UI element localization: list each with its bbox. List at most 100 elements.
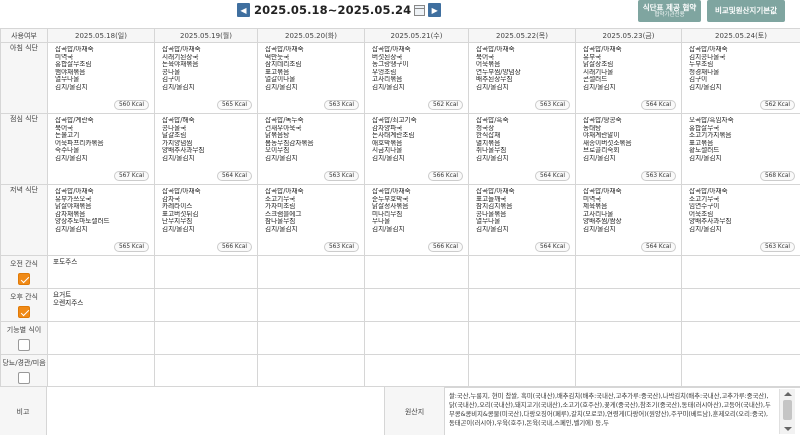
scroll-up-icon[interactable] xyxy=(784,392,792,396)
snack-label-cell: 기능별 식이 xyxy=(0,321,48,355)
snack-cell[interactable] xyxy=(681,354,800,388)
snack-cell[interactable] xyxy=(681,255,800,289)
meal-cell[interactable]: 잡곡밥/흑죽 청국장 한식잡채 멸치볶음 취나물무침 김치/물김치 564 Kcal xyxy=(468,113,576,185)
snack-cell[interactable] xyxy=(575,288,682,322)
meal-row: 아침 식단 잡곡밥/아채죽 미역국 홍합살무조림 햄야채볶음 열무나물 김치/물김치 560 … xyxy=(0,42,800,114)
menu-items: 잡곡밥/아채죽 버섯된장국 동그랑땡구이 우엉조림 고사리볶음 김치/물김치 xyxy=(372,46,468,92)
meal-cell[interactable]: 잡곡밥/아채죽 유부가쓰오국 닭살야채볶음 감자채볶음 양상추토마토샐러드 김치/물김치 5… xyxy=(47,184,155,256)
meal-cell[interactable]: 잡곡밥/아채죽 소고기무국 임연수구이 어묵조림 양배추사과무침 김치/물김치 563 Kc… xyxy=(681,184,800,256)
snack-cell[interactable] xyxy=(364,288,469,322)
next-week-button[interactable]: ▶ xyxy=(428,3,442,17)
snack-cell[interactable] xyxy=(154,288,258,322)
menu-items: 잡곡밥/흑죽 청국장 한식잡채 멸치볶음 취나물무침 김치/물김치 xyxy=(476,117,575,163)
snack-checkbox[interactable] xyxy=(18,306,30,318)
snack-cell[interactable] xyxy=(257,255,365,289)
menu-item: 김치/물김치 xyxy=(372,154,405,162)
menu-item: 오이무침 xyxy=(265,147,290,155)
snack-cell[interactable] xyxy=(681,321,800,355)
scroll-down-icon[interactable] xyxy=(784,427,792,431)
snack-cell[interactable] xyxy=(468,354,576,388)
menu-items: 잡곡밥/계란죽 북어국 돈불고기 어묵파프리카볶음 숙주나물 김치/물김치 xyxy=(55,117,154,163)
meal-cell[interactable]: 잡곡밥/계란죽 북어국 돈불고기 어묵파프리카볶음 숙주나물 김치/물김치 567 Kcal xyxy=(47,113,155,185)
snack-cell[interactable] xyxy=(257,288,365,322)
menu-item: 잡곡밥/아채죽 xyxy=(476,188,515,195)
snack-item: 오렌지주스 xyxy=(53,298,84,307)
snack-row: 당뇨/경관/미음 xyxy=(0,354,800,388)
snack-label: 기능별 식이 xyxy=(6,326,42,334)
snack-label-cell: 오전 간식 xyxy=(0,255,48,289)
origin-default-button[interactable]: 비교및원산지기본값 xyxy=(707,0,785,22)
snack-cell[interactable] xyxy=(154,354,258,388)
meal-cell[interactable]: 잡곡밥/아채죽 표고들깨국 참치김치볶음 콩나물볶음 열무나물 김치/물김치 564 Kca… xyxy=(468,184,576,256)
meal-cell[interactable]: 잡곡밥/아채죽 순두부호박국 닭살정사볶음 미나리무침 무나물 김치/물김치 566 Kca… xyxy=(364,184,469,256)
menu-item: 어묵파프리카볶음 xyxy=(55,139,104,147)
menu-item: 김치/물김치 xyxy=(689,225,722,233)
snack-cell[interactable] xyxy=(257,321,365,355)
menu-item: 떡만둣국 xyxy=(265,53,290,61)
menu-item: 잡곡밥/아채죽 xyxy=(265,188,304,195)
meal-cell[interactable]: 잡곡밥/아채죽 유부국 닭살장조림 시래기나물 콘샐러드 김치/물김치 564 Kcal xyxy=(575,42,682,114)
menu-agreement-button[interactable]: 식단표 제공 협약 협약기관전용 xyxy=(638,0,701,22)
remark-field[interactable] xyxy=(47,387,385,435)
kcal-badge: 568 Kcal xyxy=(759,171,795,181)
snack-cell[interactable] xyxy=(364,255,469,289)
snack-cell[interactable] xyxy=(575,354,682,388)
menu-item: 미나리무침 xyxy=(372,210,403,218)
snack-cell[interactable] xyxy=(681,288,800,322)
snack-checkbox[interactable] xyxy=(18,372,30,384)
meal-cell[interactable]: 잡곡밥/녹두죽 건새우아욱국 닭볶음탕 봄동무침감자볶음 오이무침 김치/물김치 563 K… xyxy=(257,113,365,185)
snack-cell[interactable] xyxy=(575,321,682,355)
snack-cell[interactable] xyxy=(468,288,576,322)
meal-cell[interactable]: 잡곡밥/아채죽 떡만둣국 삼치데리조림 표고볶음 얼갈이나물 김치/물김치 563 Kcal xyxy=(257,42,365,114)
snack-cell[interactable] xyxy=(364,354,469,388)
menu-item: 미역국 xyxy=(583,195,602,203)
meal-cell[interactable]: 잡곡밥/아채죽 미역국 제육볶음 고사리나물 양배추찜/쌈장 김치/물김치 564 Kcal xyxy=(575,184,682,256)
menu-item: 잡곡밥/아채죽 xyxy=(162,46,201,53)
menu-item: 참나물무침 xyxy=(265,218,296,226)
menu-item: 김치/물김치 xyxy=(583,83,616,91)
scroll-thumb[interactable] xyxy=(783,400,792,420)
kcal-badge: 564 Kcal xyxy=(216,171,252,181)
meal-cell[interactable]: 잡곡밥/땅콩죽 동태탕 야채계란말이 새송이버섯소볶음 브로콜리숙회 김치/물김치 563 … xyxy=(575,113,682,185)
snack-checkbox[interactable] xyxy=(18,273,30,285)
menu-item: 우엉조림 xyxy=(372,68,397,76)
meal-cell[interactable]: 잡곡밥/아채죽 북어국 어묵볶음 연두부찜/양념장 배추된장무침 김치/물김치 563 Kc… xyxy=(468,42,576,114)
snack-cell[interactable] xyxy=(257,354,365,388)
menu-item: 잡곡밥/아채죽 xyxy=(372,46,411,53)
meal-cell[interactable]: 잡곡밥/아채죽 소고기무국 가자미조림 스크램블에그 참나물무침 김치/물김치 563 Kc… xyxy=(257,184,365,256)
meal-cell[interactable]: 잡곡밥/아채죽 시래기된장국 돈육야채볶음 콩나물 김구이 김치/물김치 565 Kcal xyxy=(154,42,258,114)
menu-item: 미역국 xyxy=(55,53,74,61)
menu-item: 배추된장무침 xyxy=(476,76,513,84)
snack-cell[interactable] xyxy=(575,255,682,289)
snack-cell[interactable] xyxy=(47,354,155,388)
snack-cell[interactable] xyxy=(154,321,258,355)
snack-label-cell: 당뇨/경관/미음 xyxy=(0,354,48,388)
prev-week-button[interactable]: ◀ xyxy=(237,3,250,17)
calendar-icon[interactable] xyxy=(414,4,426,16)
meal-cell[interactable]: 잡곡밥/해죽 콩나물국 달걀조림 가지양념찜 양배추사과무침 김치/물김치 564 Kcal xyxy=(154,113,258,185)
meal-cell[interactable]: 잡곡밥/아채죽 미역국 홍합살무조림 햄야채볶음 열무나물 김치/물김치 560 Kcal xyxy=(47,42,155,114)
snack-checkbox[interactable] xyxy=(18,339,30,351)
menu-item: 햄야채볶음 xyxy=(55,68,86,76)
origin-text[interactable]: 쌀:국산,누룽지, 현미 찹쌀, 흑미(국내산),배추김치(배추:국내산,고추가… xyxy=(445,388,775,434)
menu-item: 표고볶음 xyxy=(689,139,714,147)
origin-scrollbar[interactable] xyxy=(779,389,795,434)
meal-cell[interactable]: 잡곡밥/쇠고기죽 감자양파국 돈사태계란조림 애호박볶음 시금치나물 김치/물김치 566 … xyxy=(364,113,469,185)
snack-cell[interactable]: 포도주스 xyxy=(47,255,155,289)
menu-items: 잡곡밥/아채죽 소고기무국 가자미조림 스크램블에그 참나물무침 김치/물김치 xyxy=(265,188,364,234)
meal-cell[interactable]: 잡곡밥/아채죽 버섯된장국 동그랑땡구이 우엉조림 고사리볶음 김치/물김치 562 Kca… xyxy=(364,42,469,114)
snack-cell[interactable] xyxy=(468,255,576,289)
meal-cell[interactable]: 잡곡밥/아채죽 감자국 카레라이스 표고버섯튀김 단무지무침 김치/물김치 566 Kcal xyxy=(154,184,258,256)
snack-cell[interactable] xyxy=(154,255,258,289)
snack-cell[interactable]: 요거트 오렌지주스 xyxy=(47,288,155,322)
meal-cell[interactable]: 잡곡밥/아채죽 김치콩나물국 두부조림 청경채나물 김구이 김치/물김치 562 Kcal xyxy=(681,42,800,114)
snack-cell[interactable] xyxy=(468,321,576,355)
menu-item: 김치/물김치 xyxy=(265,225,298,233)
meal-label: 저녁 식단 xyxy=(0,184,48,256)
menu-item: 양배추사과무침 xyxy=(689,218,732,226)
snack-cell[interactable] xyxy=(47,321,155,355)
meal-cell[interactable]: 오곡밥/흑임자죽 홍합살무국 소고기가지볶음 표고볶음 황도샐러드 김치/물김치 568 K… xyxy=(681,113,800,185)
menu-item: 잡곡밥/아채죽 xyxy=(55,188,94,195)
snack-cell[interactable] xyxy=(364,321,469,355)
menu-item: 동그랑땡구이 xyxy=(372,61,409,69)
